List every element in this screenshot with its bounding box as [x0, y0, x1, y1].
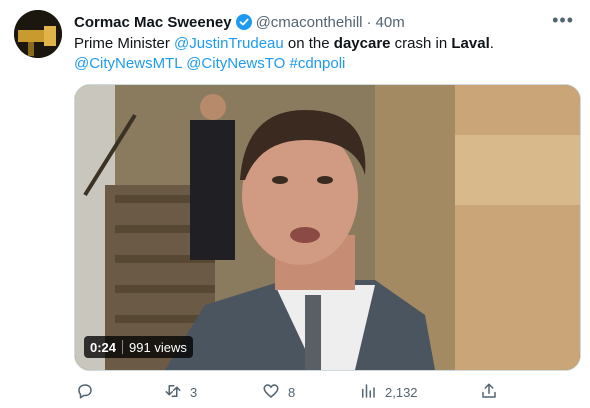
retweet-button[interactable]: 3: [164, 382, 197, 403]
tweet-text-part: crash in: [390, 35, 452, 52]
heart-icon: [262, 382, 280, 403]
tweet-text-part: .: [489, 35, 494, 52]
badge-divider: [122, 340, 124, 354]
video-player[interactable]: [74, 84, 581, 371]
mention-link[interactable]: @JustinTrudeau: [174, 35, 284, 52]
more-horizontal-icon[interactable]: •••: [552, 10, 574, 31]
analytics-icon: [359, 382, 377, 403]
like-count: 8: [288, 385, 296, 400]
mention-link[interactable]: @CityNewsTO: [186, 55, 285, 72]
tweet-text-part: on the: [283, 35, 334, 52]
view-count: 2,132: [385, 385, 418, 400]
video-info-badge: 0:24 991 views: [84, 336, 193, 358]
share-icon: [480, 382, 498, 403]
hashtag-link[interactable]: #cdnpoli: [290, 55, 346, 72]
verified-badge-icon: [235, 14, 252, 30]
retweet-icon: [164, 382, 182, 403]
tweet-header: Cormac Mac Sweeney @cmaconthehill · 40m: [74, 12, 574, 32]
like-button[interactable]: 8: [262, 382, 295, 403]
tweet-actions: 3 8 2,132: [74, 382, 504, 402]
video-duration: 0:24: [90, 339, 117, 355]
bold-keyword: Laval: [451, 35, 490, 52]
video-view-count: 991 views: [129, 339, 187, 355]
separator-dot: ·: [366, 13, 372, 31]
reply-icon: [76, 382, 94, 403]
bold-keyword: daycare: [333, 35, 391, 52]
author-avatar[interactable]: [14, 10, 62, 58]
mention-link[interactable]: @CityNewsMTL: [74, 55, 182, 72]
tweet-timestamp[interactable]: 40m: [376, 14, 405, 31]
retweet-count: 3: [190, 385, 198, 400]
author-handle[interactable]: @cmaconthehill: [256, 14, 363, 31]
views-button[interactable]: 2,132: [359, 382, 418, 403]
reply-button[interactable]: [76, 382, 102, 403]
tweet-text: Prime Minister @JustinTrudeau on the day…: [74, 34, 574, 74]
author-name[interactable]: Cormac Mac Sweeney: [74, 14, 232, 31]
tweet-text-part: Prime Minister: [74, 35, 175, 52]
share-button[interactable]: [480, 382, 506, 403]
